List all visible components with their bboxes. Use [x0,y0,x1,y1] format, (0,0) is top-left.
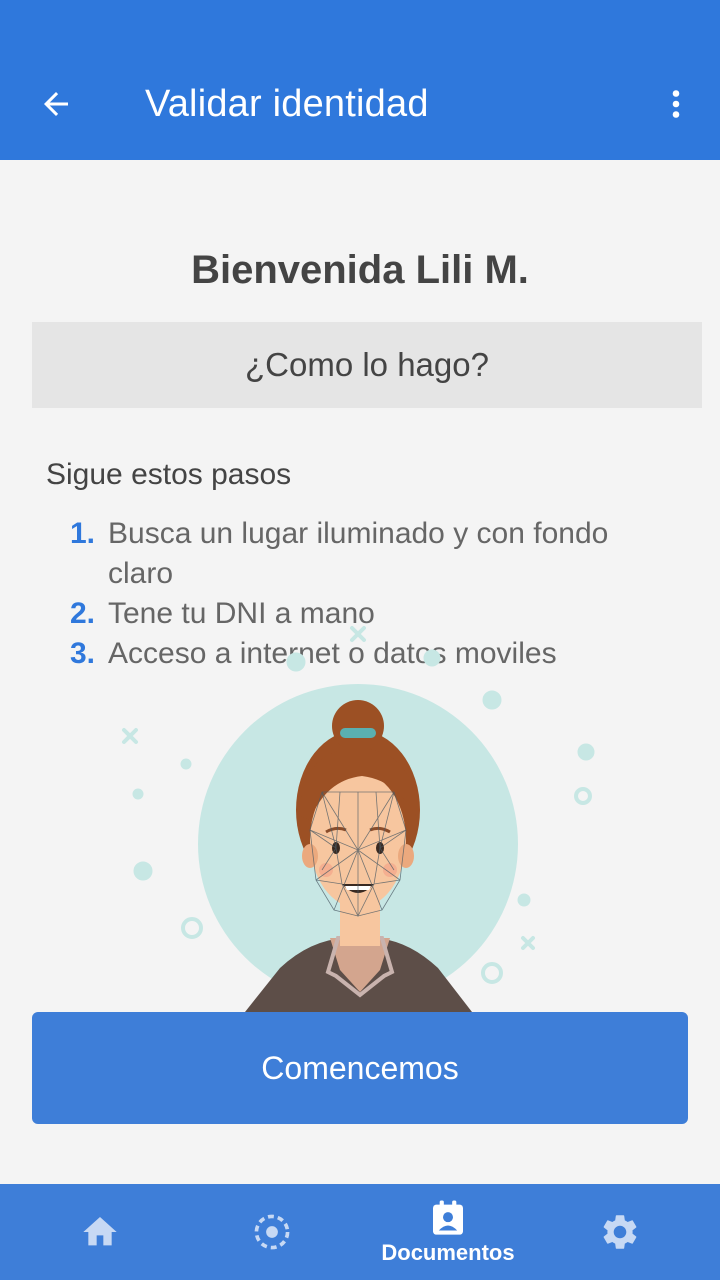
badge-icon [433,1200,463,1235]
step-number: 1. [70,517,96,550]
arrow-back-icon[interactable] [30,78,82,130]
more-vert-icon[interactable] [652,78,700,130]
start-button[interactable]: Comencemos [32,1012,688,1124]
steps-title: Sigue estos pasos [46,458,292,491]
nav-face-scan[interactable] [232,1184,312,1280]
nav-home[interactable] [60,1184,140,1280]
nav-documentos[interactable]: Documentos [368,1184,528,1280]
bottom-navigation: Documentos [0,1184,720,1280]
start-button-label: Comencemos [261,1049,459,1086]
page-title: Validar identidad [145,83,429,125]
nav-settings[interactable] [580,1184,660,1280]
welcome-heading: Bienvenida Lili M. [191,248,529,292]
face-scan-icon [254,1214,290,1250]
step-item: 1. Busca un lugar iluminado y con fondo … [70,514,670,594]
face-scan-illustration [122,626,595,1012]
step-text: Busca un lugar iluminado y con fondo cla… [108,517,609,590]
how-to-button[interactable]: ¿Como lo hago? [32,322,702,408]
settings-icon [603,1215,637,1249]
nav-documentos-label: Documentos [381,1240,515,1265]
app-bar: Validar identidad [0,0,720,160]
home-icon [83,1217,117,1246]
how-to-label: ¿Como lo hago? [245,346,489,383]
